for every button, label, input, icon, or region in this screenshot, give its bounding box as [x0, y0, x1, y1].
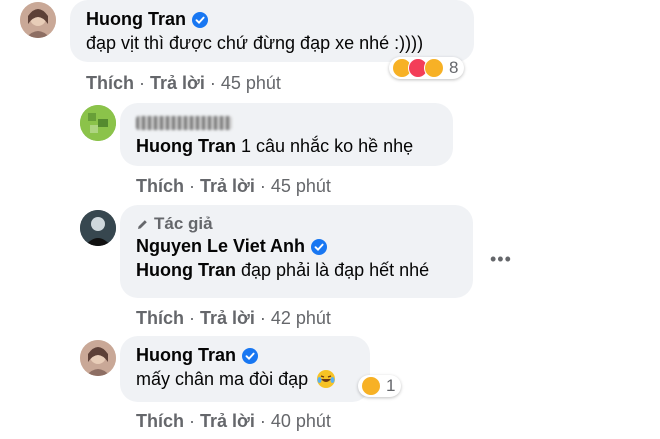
comment-author[interactable]: Huong Tran — [86, 8, 186, 31]
more-options-icon[interactable]: ••• — [490, 249, 512, 270]
like-button[interactable]: Thích — [136, 176, 184, 196]
wow-icon — [424, 58, 444, 78]
verified-badge-icon — [311, 238, 328, 255]
comment-actions: Thích · Trả lời · 45 phút — [86, 73, 281, 93]
pencil-icon — [138, 219, 147, 229]
comment-timestamp[interactable]: 45 phút — [271, 176, 331, 196]
laughing-tears-emoji — [317, 370, 336, 388]
avatar[interactable] — [20, 2, 56, 38]
mention-link[interactable]: Huong Tran — [136, 136, 236, 156]
comment-actions: Thích · Trả lời · 42 phút — [136, 308, 331, 328]
avatar[interactable] — [80, 210, 116, 246]
mention-link[interactable]: Huong Tran — [136, 260, 236, 280]
author-tag: Tác giả — [136, 213, 457, 235]
comment-text: Huong Tran 1 câu nhắc ko hề nhẹ — [136, 136, 414, 156]
comment-timestamp[interactable]: 40 phút — [271, 411, 331, 431]
like-button[interactable]: Thích — [136, 308, 184, 328]
comment-bubble: Tác giả Nguyen Le Viet Anh Huong Tran đạ… — [120, 205, 473, 298]
comment-text: mấy chân ma đòi đạp — [136, 367, 354, 391]
reply-button[interactable]: Trả lời — [200, 308, 255, 328]
verified-badge-icon — [242, 347, 258, 364]
comment-bubble: Huong Tran mấy chân ma đòi đạp — [120, 336, 370, 402]
reply-button[interactable]: Trả lời — [200, 411, 255, 431]
avatar[interactable] — [80, 105, 116, 141]
comment-text: Huong Tran đạp phải là đạp hết nhé — [136, 260, 430, 280]
reactions-summary[interactable]: 1 — [358, 375, 402, 397]
comment-timestamp[interactable]: 42 phút — [271, 308, 331, 328]
comment-actions: Thích · Trả lời · 40 phút — [136, 411, 331, 431]
like-button[interactable]: Thích — [136, 411, 184, 431]
reply-button[interactable]: Trả lời — [200, 176, 255, 196]
comment-bubble: Huong Tran đạp vịt thì được chứ đừng đạp… — [70, 0, 474, 62]
comment-timestamp[interactable]: 45 phút — [221, 73, 281, 93]
wow-icon — [361, 376, 381, 396]
comment-bubble: Huong Tran 1 câu nhắc ko hề nhẹ — [120, 103, 453, 166]
reply-button[interactable]: Trả lời — [150, 73, 205, 93]
comment-author[interactable]: Huong Tran — [136, 344, 236, 367]
like-button[interactable]: Thích — [86, 73, 134, 93]
reaction-count: 1 — [386, 376, 396, 395]
avatar[interactable] — [80, 340, 116, 376]
reactions-summary[interactable]: 8 — [389, 57, 465, 79]
comment-text: đạp vịt thì được chứ đừng đạp xe nhé :))… — [86, 33, 424, 53]
comment-author-blurred[interactable] — [136, 115, 232, 130]
comment-actions: Thích · Trả lời · 45 phút — [136, 176, 331, 196]
verified-badge-icon — [192, 11, 208, 28]
comment-author[interactable]: Nguyen Le Viet Anh — [136, 235, 305, 258]
reaction-count: 8 — [449, 58, 459, 77]
